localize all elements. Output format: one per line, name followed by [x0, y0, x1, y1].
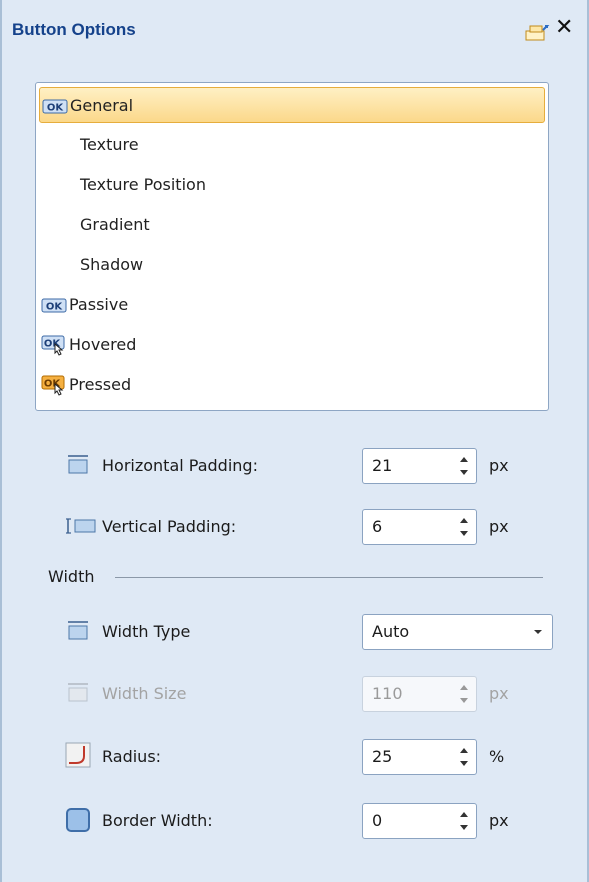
- list-item-texture[interactable]: Texture: [39, 127, 545, 163]
- panel-title: Button Options: [12, 20, 136, 39]
- vertical-padding-icon: [66, 518, 96, 534]
- list-item-label: Texture: [80, 135, 139, 154]
- width-type-value[interactable]: Auto: [372, 615, 409, 649]
- border-width-input[interactable]: 0: [362, 803, 477, 839]
- vertical-padding-label: Vertical Padding:: [102, 517, 237, 536]
- list-item-label: Pressed: [69, 375, 132, 394]
- panel-header: Button Options ✕: [2, 0, 587, 58]
- list-item-gradient[interactable]: Gradient: [39, 207, 545, 243]
- spin-arrows-icon[interactable]: [456, 807, 472, 835]
- radius-input[interactable]: 25: [362, 739, 477, 775]
- border-width-unit: px: [489, 811, 509, 830]
- list-item-shadow[interactable]: Shadow: [39, 247, 545, 283]
- vertical-padding-row: Vertical Padding: 6 px: [2, 506, 589, 548]
- width-size-unit: px: [489, 684, 509, 703]
- close-icon[interactable]: ✕: [555, 17, 573, 39]
- spin-arrows-icon[interactable]: [456, 743, 472, 771]
- horizontal-padding-value[interactable]: 21: [372, 449, 392, 483]
- width-size-value[interactable]: 110: [372, 677, 403, 711]
- horizontal-padding-input[interactable]: 21: [362, 448, 477, 484]
- ok-button-icon: OK: [42, 99, 68, 114]
- ok-button-icon: OK: [41, 298, 67, 313]
- border-width-icon: [66, 808, 90, 832]
- radius-label: Radius:: [102, 747, 162, 766]
- width-type-label: Width Type: [102, 622, 191, 641]
- list-item-label: Hovered: [69, 335, 137, 354]
- spin-arrows-icon[interactable]: [456, 513, 472, 541]
- width-size-label: Width Size: [102, 684, 187, 703]
- radius-unit: %: [489, 747, 505, 766]
- horizontal-padding-row: Horizontal Padding: 21 px: [2, 445, 589, 487]
- width-size-icon: [68, 683, 88, 702]
- vertical-padding-value[interactable]: 6: [372, 510, 382, 544]
- list-item-label: General: [70, 96, 134, 115]
- ok-button-hover-icon: OK: [41, 335, 65, 356]
- border-width-row: Border Width: 0 px: [2, 800, 589, 842]
- width-type-select[interactable]: Auto: [362, 614, 553, 650]
- pin-icon[interactable]: [525, 22, 551, 42]
- state-list[interactable]: OK General Texture Texture Position Grad…: [35, 82, 549, 411]
- vertical-padding-unit: px: [489, 517, 509, 536]
- list-item-label: Shadow: [80, 255, 144, 274]
- spin-arrows-icon[interactable]: [456, 452, 472, 480]
- spin-arrows-icon[interactable]: [456, 680, 472, 708]
- list-item-general[interactable]: OK General: [39, 87, 545, 123]
- list-item-hovered[interactable]: OK Hovered: [39, 327, 545, 363]
- border-width-value[interactable]: 0: [372, 804, 382, 838]
- list-item-label: Passive: [69, 295, 129, 314]
- width-type-icon: [68, 621, 88, 640]
- radius-row: Radius: 25 %: [2, 736, 589, 778]
- list-item-pressed[interactable]: OK Pressed: [39, 367, 545, 403]
- radius-value[interactable]: 25: [372, 740, 392, 774]
- button-options-panel: Button Options ✕ OK General Texture Text…: [0, 0, 589, 882]
- width-size-row: Width Size 110 px: [2, 673, 589, 715]
- ok-button-pressed-icon: OK: [41, 375, 65, 396]
- list-item-passive[interactable]: OK Passive: [39, 287, 545, 323]
- chevron-down-icon[interactable]: [533, 628, 543, 636]
- svg-text:OK: OK: [46, 302, 64, 313]
- horizontal-padding-icon: [68, 455, 88, 474]
- width-group-divider: [115, 577, 543, 578]
- border-width-label: Border Width:: [102, 811, 213, 830]
- svg-text:OK: OK: [47, 103, 65, 114]
- width-size-input[interactable]: 110: [362, 676, 477, 712]
- width-group-label: Width: [48, 567, 95, 586]
- vertical-padding-input[interactable]: 6: [362, 509, 477, 545]
- width-type-row: Width Type Auto: [2, 611, 589, 653]
- list-item-label: Gradient: [80, 215, 150, 234]
- radius-icon: [65, 742, 91, 768]
- list-item-texture-position[interactable]: Texture Position: [39, 167, 545, 203]
- list-item-label: Texture Position: [80, 175, 206, 194]
- horizontal-padding-label: Horizontal Padding:: [102, 456, 258, 475]
- horizontal-padding-unit: px: [489, 456, 509, 475]
